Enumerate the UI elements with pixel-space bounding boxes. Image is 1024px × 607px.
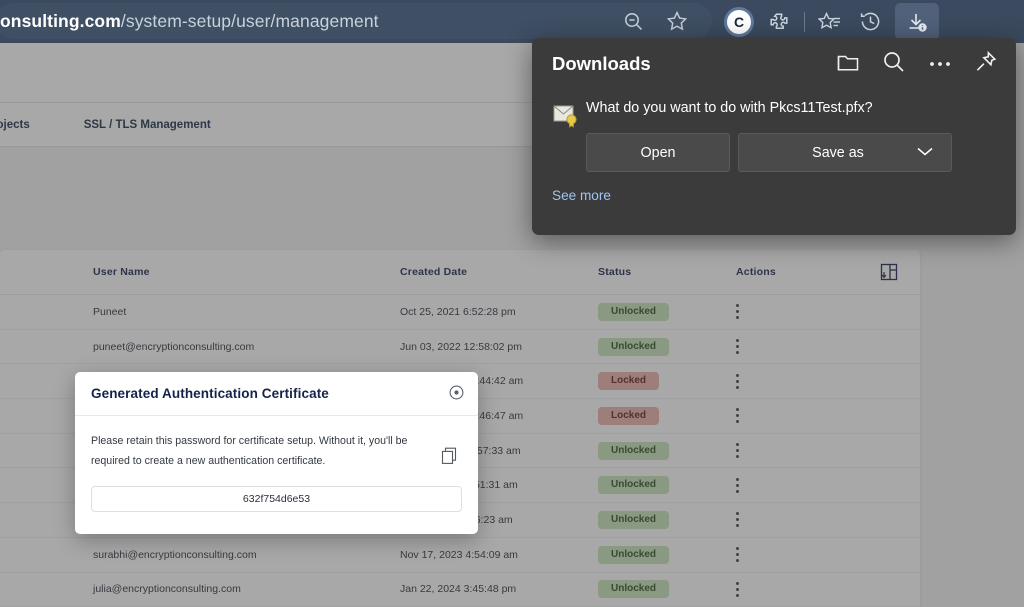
dialog-title: Generated Authentication Certificate	[91, 386, 329, 401]
download-item: What do you want to do with Pkcs11Test.p…	[532, 90, 1016, 172]
downloads-flyout: Downloads	[532, 38, 1016, 235]
certificate-file-icon	[552, 96, 586, 172]
downloads-title: Downloads	[552, 53, 651, 75]
download-prompt-text: What do you want to do with Pkcs11Test.p…	[586, 96, 996, 117]
more-options-icon[interactable]	[928, 55, 952, 73]
generated-authentication-certificate-dialog: Generated Authentication Certificate Ple…	[75, 372, 478, 534]
url-path: /system-setup/user/management	[121, 11, 379, 31]
dialog-header: Generated Authentication Certificate	[75, 372, 478, 416]
browser-toolbar: onsulting.com/system-setup/user/manageme…	[0, 0, 1024, 43]
folder-icon[interactable]	[836, 51, 860, 78]
downloads-header: Downloads	[532, 38, 1016, 90]
toolbar-divider	[804, 12, 805, 32]
copilot-icon[interactable]: C	[724, 7, 754, 37]
chevron-down-icon[interactable]	[915, 145, 935, 161]
copilot-letter: C	[727, 10, 751, 34]
dialog-body: Please retain this password for certific…	[75, 416, 478, 534]
browser-actions: C	[724, 3, 939, 40]
close-circle-icon[interactable]	[449, 385, 464, 405]
open-button[interactable]: Open	[586, 133, 730, 172]
see-more-link[interactable]: See more	[532, 172, 1016, 203]
save-as-button[interactable]: Save as	[738, 133, 952, 172]
address-bar[interactable]: onsulting.com/system-setup/user/manageme…	[0, 3, 712, 39]
generated-password-field[interactable]: 632f754d6e53	[91, 486, 462, 512]
pin-icon[interactable]	[974, 50, 998, 79]
collections-icon[interactable]	[815, 7, 845, 37]
copy-icon[interactable]	[441, 447, 458, 470]
screen: rojects SSL / TLS Management User Name C…	[0, 0, 1024, 607]
search-minus-icon[interactable]	[618, 6, 648, 36]
search-icon[interactable]	[882, 50, 906, 79]
url-text: onsulting.com/system-setup/user/manageme…	[0, 11, 379, 32]
save-as-label: Save as	[739, 145, 915, 161]
star-icon[interactable]	[662, 6, 692, 36]
history-icon[interactable]	[855, 7, 885, 37]
puzzle-piece-icon[interactable]	[764, 7, 794, 37]
downloads-button[interactable]	[895, 3, 939, 40]
url-domain: onsulting.com	[0, 11, 121, 31]
dialog-message: Please retain this password for certific…	[91, 432, 413, 471]
